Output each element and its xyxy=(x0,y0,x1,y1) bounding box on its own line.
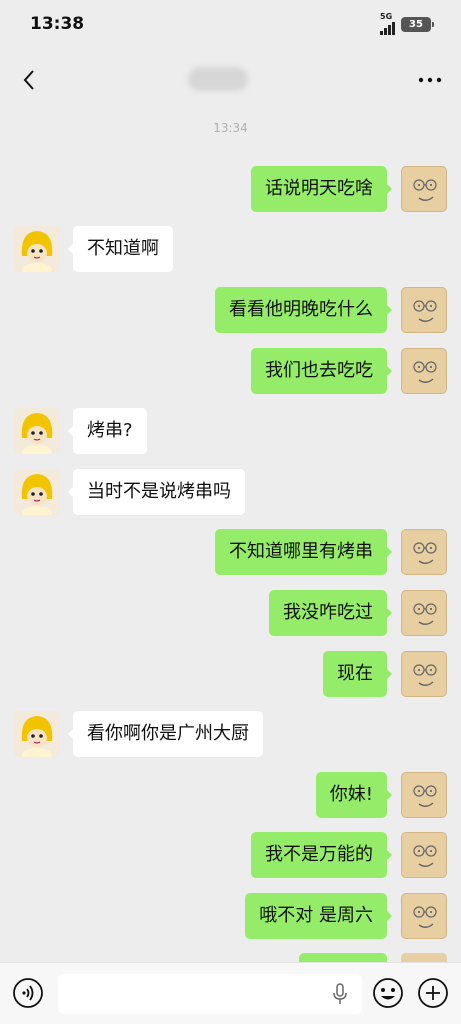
avatar-character-icon xyxy=(14,711,60,757)
more-button[interactable] xyxy=(415,65,445,95)
message-row: 我没咋吃过 xyxy=(0,590,461,638)
avatar[interactable] xyxy=(401,529,447,575)
message-row: 现在 xyxy=(0,651,461,699)
voice-icon xyxy=(13,978,43,1008)
avatar-face-icon xyxy=(413,845,437,867)
battery-icon: 35 xyxy=(401,16,434,32)
avatar-character-icon xyxy=(14,408,60,454)
message-bubble[interactable]: 哦不对 是周六 xyxy=(245,893,392,939)
emoji-button[interactable] xyxy=(371,976,405,1010)
avatar-face-icon xyxy=(413,785,437,807)
battery-level: 35 xyxy=(409,18,423,30)
avatar-face-icon xyxy=(413,361,437,383)
message-bubble[interactable]: 我没咋吃过 xyxy=(269,590,392,636)
message-row: 你妹! xyxy=(0,772,461,820)
avatar[interactable] xyxy=(401,832,447,878)
plus-icon xyxy=(418,978,448,1008)
message-row: 不知道哪里有烤串 xyxy=(0,529,461,577)
message-row: 话说明天吃啥 xyxy=(0,166,461,214)
message-bubble[interactable]: 我不是万能的 xyxy=(251,832,392,878)
voice-button[interactable] xyxy=(11,976,45,1010)
message-row: 当时不是说烤串吗 xyxy=(0,469,461,517)
avatar-face-icon xyxy=(413,603,437,625)
avatar[interactable] xyxy=(14,711,60,757)
message-row: 哦不对 是周六 xyxy=(0,893,461,941)
input-bar xyxy=(0,962,461,1024)
avatar[interactable] xyxy=(401,651,447,697)
avatar[interactable] xyxy=(14,226,60,272)
chat-header xyxy=(0,55,461,107)
message-bubble[interactable]: 你妹! xyxy=(315,772,393,818)
avatar-character-icon xyxy=(14,469,60,515)
status-time: 13:38 xyxy=(30,14,85,34)
avatar-face-icon xyxy=(413,906,437,928)
avatar[interactable] xyxy=(401,166,447,212)
message-bubble[interactable]: 当时不是说烤串吗 xyxy=(68,469,245,515)
avatar[interactable] xyxy=(401,893,447,939)
avatar-face-icon xyxy=(413,300,437,322)
chevron-left-icon xyxy=(23,70,34,90)
network-indicator: 5G xyxy=(380,13,395,35)
message-row: 看你啊你是广州大厨 xyxy=(0,711,461,759)
message-row: 烤串? xyxy=(0,408,461,456)
network-type: 5G xyxy=(380,12,393,21)
message-bubble[interactable]: 话说明天吃啥 xyxy=(251,166,392,212)
avatar[interactable] xyxy=(401,287,447,333)
avatar[interactable] xyxy=(14,469,60,515)
message-bubble[interactable]: 看看他明晚吃什么 xyxy=(215,287,392,333)
avatar[interactable] xyxy=(401,772,447,818)
avatar[interactable] xyxy=(401,590,447,636)
avatar-character-icon xyxy=(14,226,60,272)
message-bubble[interactable]: 烤串? xyxy=(68,408,147,454)
message-row: 我们也去吃吃 xyxy=(0,348,461,396)
plus-button[interactable] xyxy=(416,976,450,1010)
status-indicators: 5G 35 xyxy=(380,13,434,35)
avatar[interactable] xyxy=(14,408,60,454)
message-timestamp: 13:34 xyxy=(213,121,248,135)
message-row: 不知道啊 xyxy=(0,226,461,274)
message-row: 我不是万能的 xyxy=(0,832,461,880)
more-dots-icon xyxy=(418,77,442,83)
emoji-icon xyxy=(373,978,403,1008)
message-row: 看看他明晚吃什么 xyxy=(0,287,461,335)
signal-icon xyxy=(380,21,395,35)
message-bubble[interactable]: 看你啊你是广州大厨 xyxy=(68,711,263,757)
message-bubble[interactable]: 不知道哪里有烤串 xyxy=(215,529,392,575)
message-bubble[interactable]: 我们也去吃吃 xyxy=(251,348,392,394)
avatar-face-icon xyxy=(413,542,437,564)
status-bar: 13:38 5G 35 xyxy=(0,0,461,50)
avatar-face-icon xyxy=(413,179,437,201)
chat-title-blurred xyxy=(188,67,248,91)
avatar-face-icon xyxy=(413,664,437,686)
microphone-icon[interactable] xyxy=(328,982,352,1006)
avatar[interactable] xyxy=(401,348,447,394)
message-input[interactable] xyxy=(58,974,362,1014)
message-bubble[interactable]: 现在 xyxy=(323,651,392,697)
back-button[interactable] xyxy=(14,65,44,95)
message-bubble[interactable]: 不知道啊 xyxy=(68,226,173,272)
